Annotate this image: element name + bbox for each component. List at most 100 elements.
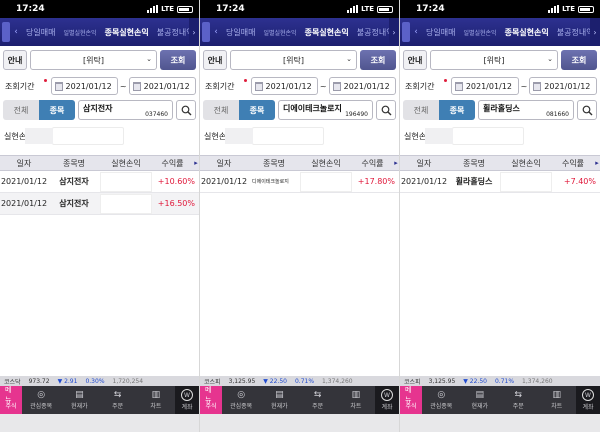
account-select[interactable]: [위탁] ⌄ xyxy=(230,50,357,70)
nav-menu[interactable]: 메뉴 주식 xyxy=(0,386,22,414)
nav-order[interactable]: ⇆ 주문 xyxy=(299,386,337,414)
search-button[interactable] xyxy=(577,100,597,120)
column-scroll-icon[interactable]: ▸ xyxy=(594,159,600,167)
tab-stock-realized[interactable]: 종목실현손익 xyxy=(101,27,153,38)
tab-stock-realized[interactable]: 종목실현손익 xyxy=(501,27,553,38)
nav-order[interactable]: ⇆ 주문 xyxy=(99,386,137,414)
nav-label: 관심종목 xyxy=(230,403,253,410)
period-label: 조회기간 xyxy=(203,78,249,92)
status-time: 17:24 xyxy=(416,4,445,14)
segment-stock[interactable]: 종목 xyxy=(439,100,475,120)
tab-today-trades[interactable]: 당일매매 xyxy=(22,27,59,38)
calendar-icon[interactable] xyxy=(132,81,141,91)
date-from-field[interactable]: 2021/01/12 xyxy=(50,77,118,95)
stock-input[interactable]: 디에이테크놀로지 196490 xyxy=(278,100,373,120)
date-from-field[interactable]: 2021/01/12 xyxy=(450,77,519,95)
table-row[interactable]: 2021/01/12 디에이테크놀로지 +17.80% xyxy=(200,171,399,193)
date-to-field[interactable]: 2021/01/12 xyxy=(328,77,396,95)
table-header: 일자 종목명 실현손익 수익률 ▸ xyxy=(400,155,600,171)
search-button[interactable] xyxy=(376,100,396,120)
nav-price[interactable]: ▤ 현재가 xyxy=(260,386,298,414)
nav-chart[interactable]: ▥ 차트 xyxy=(137,386,175,414)
col-rate: 수익률 xyxy=(161,158,184,168)
nav-chart[interactable]: ▥ 차트 xyxy=(337,386,375,414)
nav-watchlist[interactable]: ◎ 관심종목 xyxy=(422,386,461,414)
tab-stock-realized[interactable]: 종목실현손익 xyxy=(301,27,353,38)
chart-icon: ▥ xyxy=(151,390,161,400)
calendar-icon[interactable] xyxy=(332,81,341,91)
guide-button[interactable]: 안내 xyxy=(3,50,27,70)
segment-stock[interactable]: 종목 xyxy=(39,100,75,120)
query-button[interactable]: 조회 xyxy=(561,50,597,70)
nav-watchlist[interactable]: ◎ 관심종목 xyxy=(222,386,260,414)
calendar-icon[interactable] xyxy=(454,81,463,91)
nav-order[interactable]: ⇆ 주문 xyxy=(499,386,538,414)
nav-label: 주식 xyxy=(5,403,17,410)
nav-menu[interactable]: 메뉴 주식 xyxy=(400,386,422,414)
back-chevron-icon[interactable]: ‹ xyxy=(10,27,22,37)
table-row[interactable]: 2021/01/12 휠라홀딩스 +7.40% xyxy=(400,171,600,193)
nav-account[interactable]: W 계좌 xyxy=(375,386,399,414)
calendar-icon[interactable] xyxy=(254,81,263,91)
column-scroll-icon[interactable]: ▸ xyxy=(393,159,399,167)
ticker-value: 3,125.95 xyxy=(428,377,456,385)
tab-daily-realized[interactable]: 일별실현손익 xyxy=(59,28,100,37)
phone-screen-3: 17:24 LTE ‹ 당일매매 일별실현손익 종목실현손익 불공정내역 › 안… xyxy=(400,0,600,432)
row-date: 2021/01/12 xyxy=(0,199,48,208)
tab-scroll-right-icon[interactable]: › xyxy=(590,18,600,46)
tab-daily-realized[interactable]: 일별실현손익 xyxy=(459,28,500,37)
guide-button[interactable]: 안내 xyxy=(403,50,427,70)
stock-input[interactable]: 삼지전자 037460 xyxy=(78,100,173,120)
nav-watchlist[interactable]: ◎ 관심종목 xyxy=(22,386,60,414)
date-separator: ~ xyxy=(119,81,127,91)
tab-daily-realized[interactable]: 일별실현손익 xyxy=(259,28,300,37)
date-to-field[interactable]: 2021/01/12 xyxy=(529,77,598,95)
nav-menu[interactable]: 메뉴 주식 xyxy=(200,386,222,414)
index-ticker[interactable]: 코스피 3,125.95 ▼ 22.50 0.71% 1,374,260 xyxy=(400,376,600,386)
date-separator: ~ xyxy=(319,81,327,91)
query-button[interactable]: 조회 xyxy=(160,50,196,70)
tab-bar: ‹ 당일매매 일별실현손익 종목실현손익 불공정내역 › xyxy=(200,18,399,46)
table-row[interactable]: 2021/01/12 삼지전자 +16.50% xyxy=(0,193,199,215)
account-select-value: [위탁] xyxy=(83,55,104,65)
account-select[interactable]: [위탁] ⌄ xyxy=(430,50,558,70)
table-row[interactable]: 2021/01/12 삼지전자 +10.60% xyxy=(0,171,199,193)
nav-chart[interactable]: ▥ 차트 xyxy=(538,386,577,414)
stock-input[interactable]: 휠라홀딩스 081660 xyxy=(478,100,574,120)
date-to-value: 2021/01/12 xyxy=(544,81,591,91)
tab-today-trades[interactable]: 당일매매 xyxy=(422,27,459,38)
tab-scroll-right-icon[interactable]: › xyxy=(189,18,199,46)
back-chevron-icon[interactable]: ‹ xyxy=(410,27,422,37)
nav-price[interactable]: ▤ 현재가 xyxy=(60,386,98,414)
signal-icon xyxy=(548,5,560,13)
index-ticker[interactable]: 코스닥 973.72 ▼ 2.91 0.30% 1,720,254 xyxy=(0,376,199,386)
date-from-field[interactable]: 2021/01/12 xyxy=(250,77,318,95)
segment-stock[interactable]: 종목 xyxy=(239,100,275,120)
nav-label: 주식 xyxy=(405,403,417,410)
stock-name: 디에이테크놀로지 xyxy=(283,104,342,113)
home-indicator xyxy=(400,414,600,432)
segment-all[interactable]: 전체 xyxy=(3,100,39,120)
watchlist-icon: ◎ xyxy=(237,390,246,400)
nav-account[interactable]: W 계좌 xyxy=(175,386,199,414)
index-ticker[interactable]: 코스피 3,125.95 ▼ 22.50 0.71% 1,374,260 xyxy=(200,376,399,386)
account-select[interactable]: [위탁] ⌄ xyxy=(30,50,157,70)
nav-account[interactable]: W 계좌 xyxy=(576,386,600,414)
calendar-icon[interactable] xyxy=(54,81,63,91)
back-chevron-icon[interactable]: ‹ xyxy=(210,27,222,37)
row-date: 2021/01/12 xyxy=(200,177,248,186)
segment-all[interactable]: 전체 xyxy=(203,100,239,120)
segment-all[interactable]: 전체 xyxy=(403,100,439,120)
guide-button[interactable]: 안내 xyxy=(203,50,227,70)
calendar-icon[interactable] xyxy=(533,81,542,91)
ticker-volume: 1,374,260 xyxy=(322,377,353,385)
nav-price[interactable]: ▤ 현재가 xyxy=(461,386,500,414)
period-label: 조회기간 xyxy=(3,78,49,92)
query-button[interactable]: 조회 xyxy=(360,50,396,70)
date-to-field[interactable]: 2021/01/12 xyxy=(128,77,196,95)
tab-today-trades[interactable]: 당일매매 xyxy=(222,27,259,38)
bottom-nav: 메뉴 주식 ◎ 관심종목 ▤ 현재가 ⇆ 주문 ▥ 차트 W 계좌 xyxy=(200,386,399,414)
column-scroll-icon[interactable]: ▸ xyxy=(193,159,199,167)
tab-scroll-right-icon[interactable]: › xyxy=(389,18,399,46)
search-button[interactable] xyxy=(176,100,196,120)
